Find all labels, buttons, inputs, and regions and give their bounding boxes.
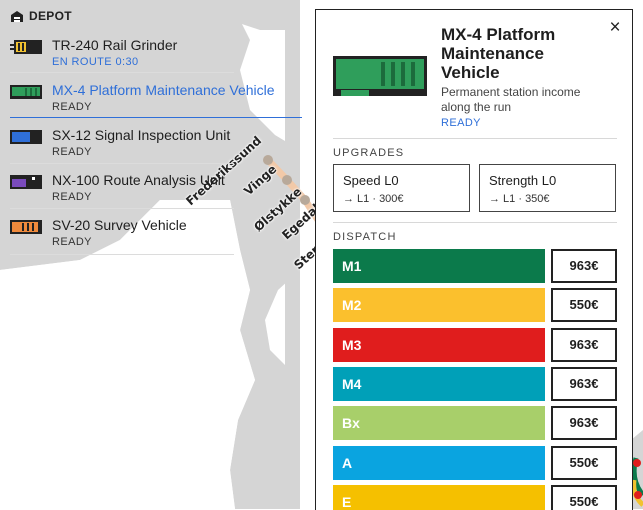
list-divider bbox=[10, 208, 234, 209]
vehicle-status: READY bbox=[52, 146, 92, 158]
dispatch-price-button[interactable]: 550€ bbox=[551, 485, 617, 510]
line-e-button[interactable]: E bbox=[333, 485, 545, 510]
signal-inspection-icon bbox=[10, 130, 42, 144]
dispatch-price-button[interactable]: 963€ bbox=[551, 406, 617, 440]
line-m3-button[interactable]: M3 bbox=[333, 328, 545, 362]
route-analysis-icon bbox=[10, 175, 42, 189]
vehicle-item-tr240[interactable]: TR-240 Rail Grinder EN ROUTE 0:30 bbox=[10, 37, 302, 81]
line-m2-button[interactable]: M2 bbox=[333, 288, 545, 322]
dispatch-row-e: E 550€ bbox=[333, 485, 619, 510]
upgrade-strength-button[interactable]: Strength L0 → L1 · 350€ bbox=[479, 164, 616, 212]
rail-grinder-icon bbox=[10, 40, 42, 54]
depot-header-label: DEPOT bbox=[29, 9, 72, 23]
survey-vehicle-icon bbox=[10, 220, 42, 234]
dispatch-row-m2: M2 550€ bbox=[333, 288, 619, 322]
upgrade-cost: → L1 · 300€ bbox=[343, 193, 404, 205]
dispatch-price-button[interactable]: 550€ bbox=[551, 288, 617, 322]
panel-divider bbox=[333, 222, 617, 223]
vehicle-item-mx4[interactable]: MX-4 Platform Maintenance Vehicle READY bbox=[10, 82, 302, 126]
vehicle-name: SV-20 Survey Vehicle bbox=[52, 217, 187, 233]
vehicle-item-nx100[interactable]: NX-100 Route Analysis Unit READY bbox=[10, 172, 302, 216]
list-divider bbox=[10, 254, 234, 255]
line-m4-button[interactable]: M4 bbox=[333, 367, 545, 401]
vehicle-name: TR-240 Rail Grinder bbox=[52, 37, 178, 53]
vehicle-name: SX-12 Signal Inspection Unit bbox=[52, 127, 231, 143]
upgrade-name: Speed L0 bbox=[343, 173, 399, 188]
vehicle-name: MX-4 Platform Maintenance Vehicle bbox=[52, 82, 275, 98]
vehicle-status: EN ROUTE 0:30 bbox=[52, 56, 139, 68]
vehicle-detail-panel: × MX-4 Platform Maintenance Vehicle Perm… bbox=[315, 9, 633, 510]
dispatch-price-button[interactable]: 963€ bbox=[551, 367, 617, 401]
line-bx-button[interactable]: Bx bbox=[333, 406, 545, 440]
maintenance-vehicle-icon bbox=[10, 85, 42, 99]
maintenance-vehicle-image bbox=[333, 56, 427, 96]
upgrade-cost: → L1 · 350€ bbox=[489, 193, 550, 205]
list-divider bbox=[10, 72, 234, 73]
dispatch-row-m1: M1 963€ bbox=[333, 249, 619, 283]
upgrade-name: Strength L0 bbox=[489, 173, 557, 188]
vehicle-name: NX-100 Route Analysis Unit bbox=[52, 172, 225, 188]
dispatch-label: DISPATCH bbox=[333, 231, 397, 243]
panel-description: Permanent station income along the run bbox=[441, 85, 581, 114]
dispatch-price-button[interactable]: 963€ bbox=[551, 249, 617, 283]
depot-header: DEPOT bbox=[10, 9, 72, 23]
close-button[interactable]: × bbox=[606, 18, 624, 37]
list-divider-selected bbox=[10, 117, 302, 118]
upgrade-speed-button[interactable]: Speed L0 → L1 · 300€ bbox=[333, 164, 470, 212]
dispatch-row-a: A 550€ bbox=[333, 446, 619, 480]
vehicle-status: READY bbox=[52, 101, 92, 113]
depot-icon bbox=[11, 11, 23, 22]
panel-divider bbox=[333, 138, 617, 139]
vehicle-status: READY bbox=[52, 236, 92, 248]
panel-status: READY bbox=[441, 117, 481, 129]
line-m1-button[interactable]: M1 bbox=[333, 249, 545, 283]
dispatch-row-bx: Bx 963€ bbox=[333, 406, 619, 440]
dispatch-price-button[interactable]: 963€ bbox=[551, 328, 617, 362]
panel-title: MX-4 Platform Maintenance Vehicle bbox=[441, 25, 556, 82]
vehicle-status: READY bbox=[52, 191, 92, 203]
vehicle-item-sx12[interactable]: SX-12 Signal Inspection Unit READY bbox=[10, 127, 302, 171]
dispatch-price-button[interactable]: 550€ bbox=[551, 446, 617, 480]
dispatch-row-m3: M3 963€ bbox=[333, 328, 619, 362]
dispatch-row-m4: M4 963€ bbox=[333, 367, 619, 401]
list-divider bbox=[10, 163, 234, 164]
line-a-button[interactable]: A bbox=[333, 446, 545, 480]
upgrades-label: UPGRADES bbox=[333, 147, 405, 159]
